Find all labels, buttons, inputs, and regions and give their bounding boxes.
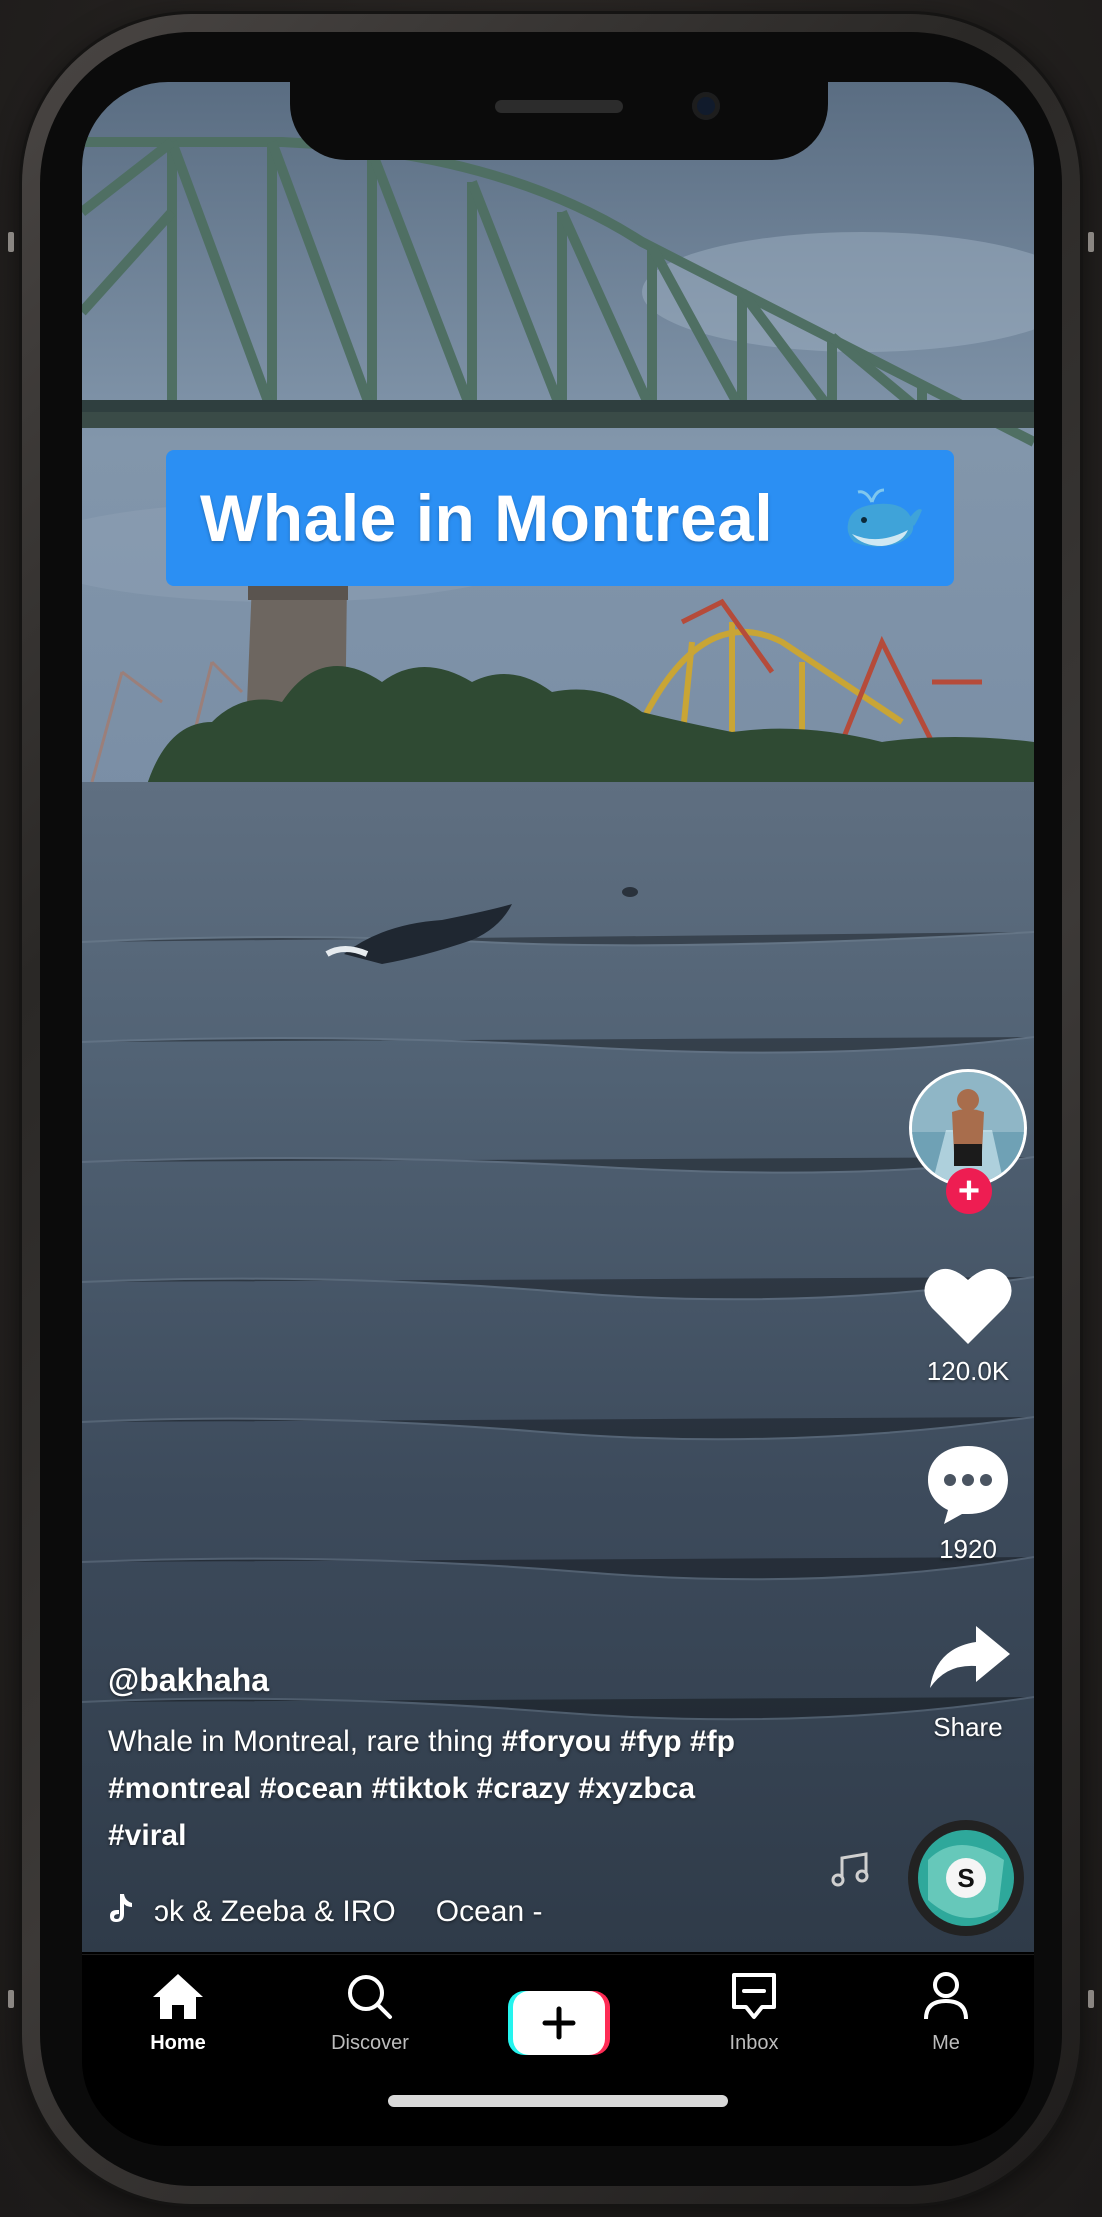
creator-username[interactable]: @bakhaha (108, 1662, 269, 1699)
share-button[interactable] (928, 1624, 1012, 1695)
tiktok-note-icon (108, 1892, 134, 1932)
sound-ticker[interactable]: ɔk & Zeeba & IRO Ocean - (108, 1892, 542, 1932)
heart-icon (924, 1268, 1012, 1344)
hashtag[interactable]: #viral (108, 1819, 186, 1852)
tab-label: Discover (331, 2032, 409, 2054)
front-camera (692, 92, 720, 120)
speaker-grille (495, 100, 623, 113)
side-button (1088, 232, 1094, 252)
side-button (8, 1990, 14, 2008)
whale-icon (842, 484, 924, 559)
sound-disc[interactable]: S (908, 1820, 1024, 1936)
comment-button[interactable] (924, 1442, 1012, 1531)
tab-discover[interactable]: Discover (300, 1971, 440, 2055)
side-button (1088, 1990, 1094, 2008)
hashtag[interactable]: #montreal (108, 1772, 251, 1805)
search-icon (348, 1975, 392, 2019)
music-notes-icon (830, 1852, 874, 1893)
hashtag[interactable]: #fp (690, 1725, 735, 1758)
comment-count: 1920 (939, 1534, 997, 1564)
title-banner: Whale in Montreal (166, 450, 954, 586)
side-button (8, 232, 14, 252)
sound-name-next: Ocean - (435, 1895, 543, 1928)
hashtag[interactable]: #fyp (620, 1725, 682, 1758)
hashtag[interactable]: #xyzbca (578, 1772, 695, 1805)
phone-screen: Whale in Montreal + 120.0K 1920 Share S … (82, 82, 1034, 2146)
comment-icon (928, 1446, 1008, 1524)
tab-label: Home (150, 2032, 206, 2054)
bottom-tab-bar: Home Discover Inbox Me (82, 1954, 1034, 2146)
inbox-icon (732, 1973, 776, 2019)
tab-home[interactable]: Home (108, 1971, 248, 2055)
tab-inbox[interactable]: Inbox (684, 1971, 824, 2055)
like-button[interactable] (922, 1264, 1014, 1351)
video-title: Whale in Montreal (200, 481, 774, 555)
create-button[interactable] (508, 1991, 610, 2055)
hashtag[interactable]: #crazy (477, 1772, 570, 1805)
share-arrow-icon (930, 1626, 1010, 1688)
hashtag[interactable]: #foryou (502, 1725, 612, 1758)
share-label: Share (933, 1712, 1003, 1742)
sound-name: ɔk & Zeeba & IRO (154, 1895, 396, 1928)
follow-button[interactable]: + (946, 1168, 992, 1214)
svg-text:S: S (957, 1863, 974, 1893)
caption-text: Whale in Montreal, rare thing (108, 1725, 494, 1758)
home-icon (153, 1974, 203, 2019)
person-icon (924, 1972, 968, 2020)
tab-label: Inbox (729, 2032, 779, 2054)
video-caption: Whale in Montreal, rare thing #foryou #f… (108, 1718, 828, 1859)
hashtag[interactable]: #ocean (260, 1772, 363, 1805)
hashtag[interactable]: #tiktok (371, 1772, 468, 1805)
notch (290, 82, 828, 160)
tab-me[interactable]: Me (876, 1971, 1016, 2055)
like-count: 120.0K (926, 1356, 1010, 1386)
plus-icon (508, 1991, 610, 2055)
home-indicator[interactable] (388, 2095, 728, 2107)
tab-label: Me (932, 2032, 960, 2054)
